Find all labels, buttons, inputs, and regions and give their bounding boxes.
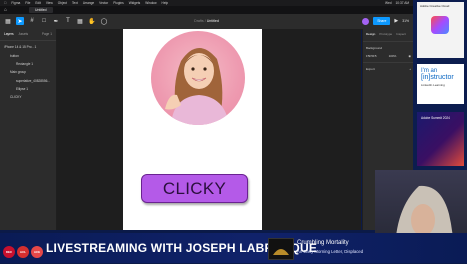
summit-ad: Adobe Summit 2024 (417, 112, 464, 166)
acl-logo: ACL (17, 246, 29, 258)
clock-time: 10:37 AM (395, 1, 409, 5)
menu-plugins[interactable]: Plugins (113, 1, 123, 5)
background-color-field[interactable]: F5F5F5 (366, 54, 377, 58)
menu-figma[interactable]: Figma (11, 1, 20, 5)
avatar[interactable] (362, 17, 370, 25)
resources-icon[interactable]: ▦ (76, 17, 84, 25)
move-tool-icon[interactable]: ➤ (16, 17, 24, 25)
comment-tool-icon[interactable]: ◯ (100, 17, 108, 25)
ad2-line1: I'm an (421, 68, 438, 74)
layer-row-text[interactable]: CLICKY (0, 93, 56, 101)
album-art (268, 238, 294, 260)
share-button[interactable]: Share (373, 17, 391, 25)
menu-widgets[interactable]: Widgets (129, 1, 141, 5)
zoom-level[interactable]: 31% (402, 19, 409, 23)
ad1-brand: Adobe Creative Cloud (420, 4, 450, 8)
tab-layers[interactable]: Layers (4, 32, 14, 36)
apple-icon[interactable]:  (4, 1, 6, 5)
menu-object[interactable]: Object (58, 1, 67, 5)
layer-row-frame[interactable]: iPhone 14 & 15 Pro - 1 (0, 43, 56, 51)
menu-window[interactable]: Window (145, 1, 156, 5)
layer-label: button (10, 53, 19, 58)
album-cover-image (269, 239, 293, 259)
layer-label: CLICKY (10, 95, 22, 100)
layer-label: Main group (10, 70, 26, 75)
creative-cloud-icon (431, 16, 449, 34)
tab-design[interactable]: Design (366, 32, 375, 36)
menu-edit[interactable]: Edit (35, 1, 41, 5)
frame-tool-icon[interactable]: # (28, 17, 36, 25)
tab-prototype[interactable]: Prototype (379, 32, 392, 36)
stream-banner: LIVESTREAMING WITH JOSEPH LABRECQUE (0, 233, 467, 263)
page-selector[interactable]: Page 1 (42, 32, 52, 36)
girl-portrait-image (165, 47, 229, 125)
profile-photo[interactable] (151, 31, 245, 125)
ad2-line3: LinkedIn Learning (421, 83, 445, 87)
text-tool-icon[interactable]: T (64, 17, 72, 25)
background-opacity-field[interactable]: 100% (389, 54, 397, 58)
present-icon[interactable]: ▶ (394, 18, 398, 24)
home-icon[interactable]: ⌂ (4, 7, 7, 13)
figma-menu-icon[interactable]: ▦ (4, 17, 12, 25)
title-prefix: Drafts / (194, 19, 206, 23)
shape-tool-icon[interactable]: □ (40, 17, 48, 25)
pen-tool-icon[interactable]: ✒ (52, 17, 60, 25)
linkedin-learning-ad: I'm an [in]structor LinkedIn Learning (417, 64, 464, 104)
ad2-line2: [in]structor (421, 74, 454, 81)
now-playing-subtitle: An Early Morning Letter, Displaced (297, 249, 364, 254)
menu-arrange[interactable]: Arrange (83, 1, 94, 5)
export-label: Export (366, 67, 375, 71)
layer-row-group[interactable]: Main group (0, 68, 56, 76)
layer-label: Ellipse 1 (16, 87, 29, 92)
menu-view[interactable]: View (46, 1, 53, 5)
layer-row-image[interactable]: superlative_40828556... (0, 77, 56, 85)
layer-row-rectangle[interactable]: Rectangle 1 (0, 60, 56, 68)
dec-logo: DEC (3, 246, 15, 258)
creative-cloud-ad: Adobe Creative Cloud (417, 2, 464, 58)
layer-label: Rectangle 1 (16, 61, 34, 66)
eye-icon[interactable]: ◉ (408, 54, 411, 58)
menu-vector[interactable]: Vector (99, 1, 108, 5)
layer-label: superlative_40828556... (16, 78, 51, 83)
now-playing-title: Crumbling Mortality (297, 240, 349, 246)
layer-label: iPhone 14 & 15 Pro - 1 (4, 45, 37, 50)
menu-file[interactable]: File (25, 1, 30, 5)
layers-panel: Layers Assets Page 1 iPhone 14 & 15 Pro … (0, 29, 57, 230)
menu-text[interactable]: Text (72, 1, 78, 5)
clock-day: Wed (385, 1, 392, 5)
figma-tab-row: ⌂ Untitled (0, 6, 413, 14)
hand-tool-icon[interactable]: ✋ (88, 17, 96, 25)
menu-help[interactable]: Help (162, 1, 169, 5)
tab-assets[interactable]: Assets (19, 32, 29, 36)
clicky-button[interactable]: CLICKY (141, 174, 248, 203)
layer-row-ellipse[interactable]: Ellipse 1 (0, 85, 56, 93)
ad3-text: Adobe Summit 2024 (421, 116, 450, 120)
background-label: Background (366, 46, 383, 50)
tab-inspect[interactable]: Inspect (396, 32, 406, 36)
ace-logo: ACE (31, 246, 43, 258)
figma-toolbar: ▦ ➤ # □ ✒ T ▦ ✋ ◯ Drafts / Untitled Shar… (0, 14, 413, 30)
title-file[interactable]: Untitled (207, 19, 219, 23)
tab-untitled[interactable]: Untitled (29, 7, 53, 13)
layer-row-button[interactable]: button (0, 51, 56, 59)
add-export-icon[interactable]: + (409, 67, 411, 71)
